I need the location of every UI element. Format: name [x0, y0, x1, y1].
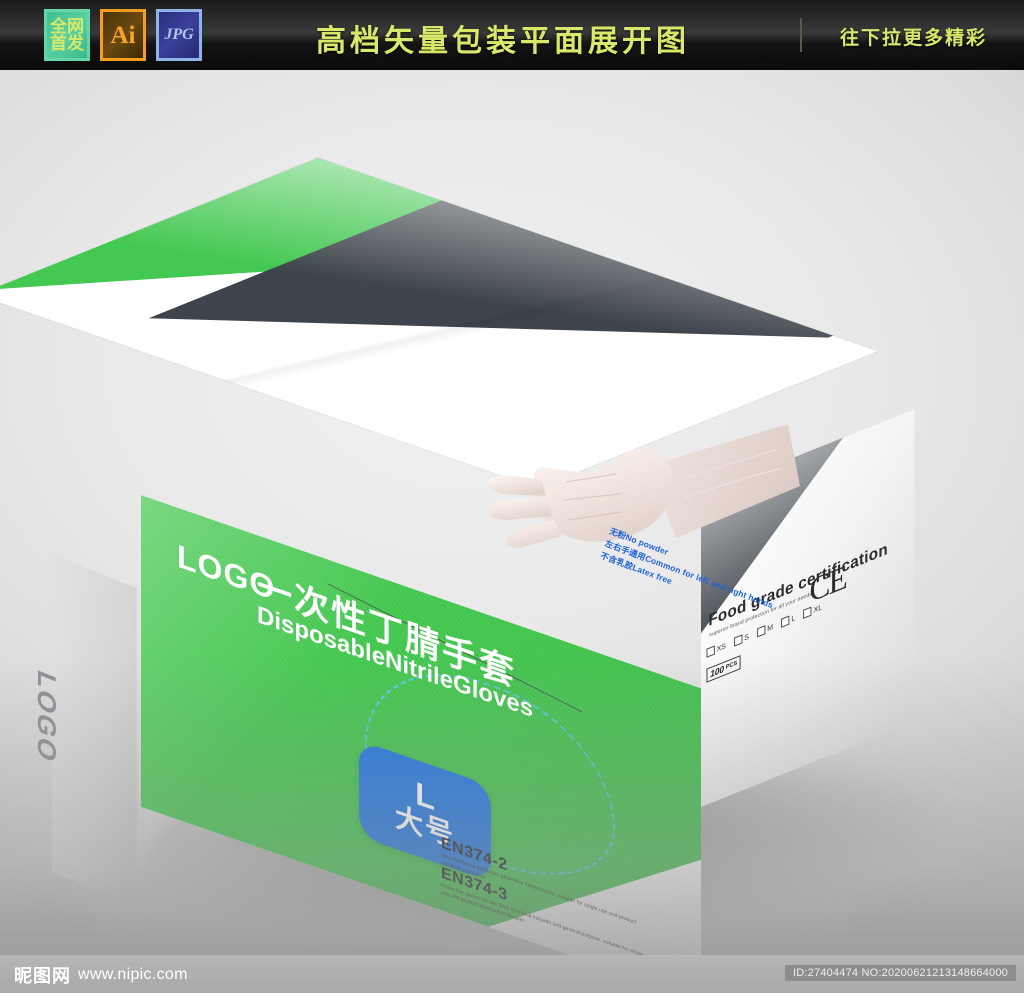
size-label: S	[744, 631, 749, 643]
banner-title: 高档矢量包装平面展开图	[316, 25, 690, 58]
size-option-s[interactable]: S	[734, 632, 749, 647]
asset-id-tag: ID:27404474 NO:20200621213148664000	[785, 965, 1016, 981]
site-url: www.nipic.com	[78, 966, 188, 983]
lid-crease	[0, 158, 879, 489]
quantity-badge: 100 PCS	[706, 654, 741, 683]
checkbox-icon[interactable]	[781, 615, 790, 628]
box-top-face	[0, 158, 879, 489]
banner-divider	[800, 18, 802, 52]
format-badge-group: 全网 首发 Ai JPG	[44, 9, 202, 61]
checkbox-icon[interactable]	[706, 645, 715, 658]
size-option-m[interactable]: M	[757, 622, 774, 638]
footer-watermark-bar: 昵图网 www.nipic.com ID:27404474 NO:2020062…	[0, 955, 1024, 993]
left-panel-logo: LOGO	[32, 666, 62, 769]
banner-subtitle: 往下拉更多精彩	[840, 28, 988, 49]
size-label: M	[767, 622, 774, 634]
quanwang-shoufa-badge: 全网 首发	[44, 9, 90, 61]
jpg-format-badge: JPG	[156, 9, 202, 61]
site-branding: 昵图网 www.nipic.com	[14, 962, 188, 988]
size-label: XS	[716, 641, 726, 654]
quantity-unit: PCS	[725, 660, 738, 671]
product-photo: LOGO 一次性丁腈手套 DisposableNitrileGloves L 大…	[0, 70, 1024, 955]
badge-line2: 首发	[50, 34, 84, 53]
checkbox-icon[interactable]	[734, 634, 743, 647]
quantity-count: 100	[710, 663, 725, 680]
ai-format-badge: Ai	[100, 9, 146, 61]
size-label: L	[791, 613, 796, 624]
size-option-xs[interactable]: XS	[706, 641, 726, 658]
site-name-cn: 昵图网	[14, 966, 71, 986]
left-panel-text-layer: LOGO	[33, 554, 137, 906]
checkbox-icon[interactable]	[757, 625, 766, 638]
screenshot-root: 全网 首发 Ai JPG 高档矢量包装平面展开图 往下拉更多精彩 LOGO 一次…	[0, 0, 1024, 993]
size-option-l[interactable]: L	[781, 613, 795, 628]
ai-badge-label: Ai	[110, 21, 136, 49]
ce-mark-icon: CE	[809, 558, 846, 611]
badge-line1: 全网	[50, 17, 84, 36]
promo-banner: 全网 首发 Ai JPG 高档矢量包装平面展开图 往下拉更多精彩	[0, 0, 1024, 70]
glove-box-mockup: LOGO 一次性丁腈手套 DisposableNitrileGloves L 大…	[0, 70, 1024, 955]
jpg-badge-label: JPG	[164, 26, 194, 43]
